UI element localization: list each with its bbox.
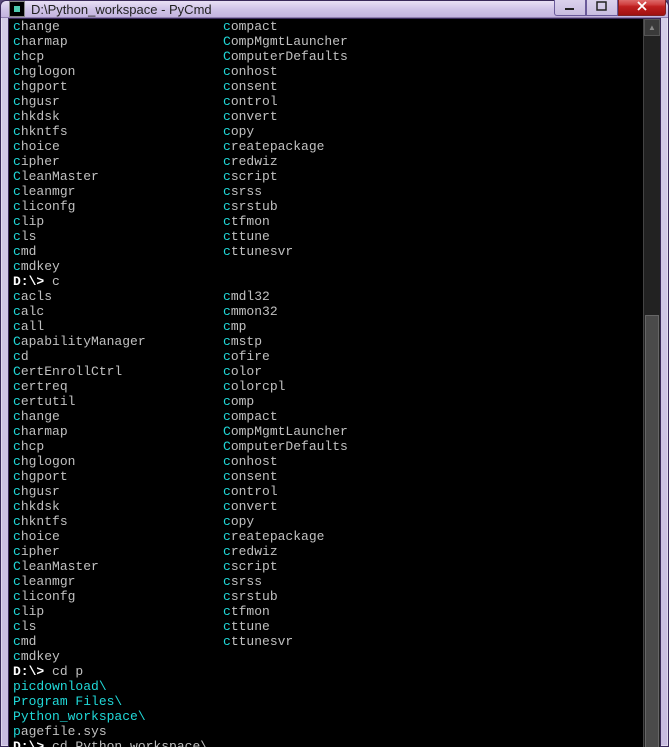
scroll-up-button[interactable]: ▲ xyxy=(644,19,660,36)
completion-row: charmapCompMgmtLauncher xyxy=(13,424,639,439)
completion-row: callcmp xyxy=(13,319,639,334)
completion-row: certreqcolorcpl xyxy=(13,379,639,394)
completion-row: chkntfscopy xyxy=(13,124,639,139)
completion-row: choicecreatepackage xyxy=(13,139,639,154)
completion-row: cmdkey xyxy=(13,259,639,274)
completion-row: CleanMastercscript xyxy=(13,559,639,574)
client-area: changecompactcharmapCompMgmtLauncherchcp… xyxy=(8,18,661,747)
completion-row: CleanMastercscript xyxy=(13,169,639,184)
completion-row: cmdcttunesvr xyxy=(13,244,639,259)
terminal-output[interactable]: changecompactcharmapCompMgmtLauncherchcp… xyxy=(9,19,643,747)
completion-dir: picdownload\ xyxy=(13,679,639,694)
prompt-line: D:\> cd Python_workspace\ xyxy=(13,739,639,747)
completion-row: cliconfgcsrstub xyxy=(13,199,639,214)
completion-row: CertEnrollCtrlcolor xyxy=(13,364,639,379)
vertical-scrollbar[interactable]: ▲ ▼ xyxy=(643,19,660,747)
app-icon xyxy=(9,1,25,17)
completion-row: cmdcttunesvr xyxy=(13,634,639,649)
completion-row: clscttune xyxy=(13,229,639,244)
completion-row: cdcofire xyxy=(13,349,639,364)
completion-row: CapabilityManagercmstp xyxy=(13,334,639,349)
completion-row: chgusrcontrol xyxy=(13,484,639,499)
completion-row: cmdkey xyxy=(13,649,639,664)
completion-row: chgportconsent xyxy=(13,469,639,484)
minimize-icon xyxy=(564,1,576,11)
titlebar[interactable]: D:\Python_workspace - PyCmd xyxy=(1,1,668,18)
maximize-icon xyxy=(596,1,608,11)
completion-row: chgportconsent xyxy=(13,79,639,94)
completion-row: certutilcomp xyxy=(13,394,639,409)
window-title: D:\Python_workspace - PyCmd xyxy=(31,2,554,17)
completion-file: pagefile.sys xyxy=(13,724,639,739)
completion-row: chkntfscopy xyxy=(13,514,639,529)
close-icon xyxy=(636,1,648,11)
completion-row: changecompact xyxy=(13,409,639,424)
completion-row: calccmmon32 xyxy=(13,304,639,319)
completion-row: charmapCompMgmtLauncher xyxy=(13,34,639,49)
prompt-line: D:\> cd p xyxy=(13,664,639,679)
scroll-thumb[interactable] xyxy=(645,315,659,747)
completion-row: cleanmgrcsrss xyxy=(13,574,639,589)
completion-row: ciphercredwiz xyxy=(13,544,639,559)
completion-row: cliconfgcsrstub xyxy=(13,589,639,604)
completion-row: clipctfmon xyxy=(13,214,639,229)
completion-row: chcpComputerDefaults xyxy=(13,49,639,64)
completion-row: caclscmdl32 xyxy=(13,289,639,304)
completion-row: choicecreatepackage xyxy=(13,529,639,544)
completion-row: cleanmgrcsrss xyxy=(13,184,639,199)
completion-row: chglogonconhost xyxy=(13,64,639,79)
completion-dir: Program Files\ xyxy=(13,694,639,709)
completion-row: clscttune xyxy=(13,619,639,634)
minimize-button[interactable] xyxy=(554,0,586,16)
close-button[interactable] xyxy=(618,0,666,16)
completion-row: ciphercredwiz xyxy=(13,154,639,169)
completion-row: chkdskconvert xyxy=(13,109,639,124)
scroll-track[interactable] xyxy=(644,36,660,747)
completion-row: clipctfmon xyxy=(13,604,639,619)
app-window: D:\Python_workspace - PyCmd changecompac… xyxy=(0,0,669,747)
completion-dir: Python_workspace\ xyxy=(13,709,639,724)
maximize-button[interactable] xyxy=(586,0,618,16)
window-controls xyxy=(554,0,666,16)
completion-row: chglogonconhost xyxy=(13,454,639,469)
completion-row: changecompact xyxy=(13,19,639,34)
prompt-line: D:\> c xyxy=(13,274,639,289)
completion-row: chgusrcontrol xyxy=(13,94,639,109)
completion-row: chcpComputerDefaults xyxy=(13,439,639,454)
completion-row: chkdskconvert xyxy=(13,499,639,514)
